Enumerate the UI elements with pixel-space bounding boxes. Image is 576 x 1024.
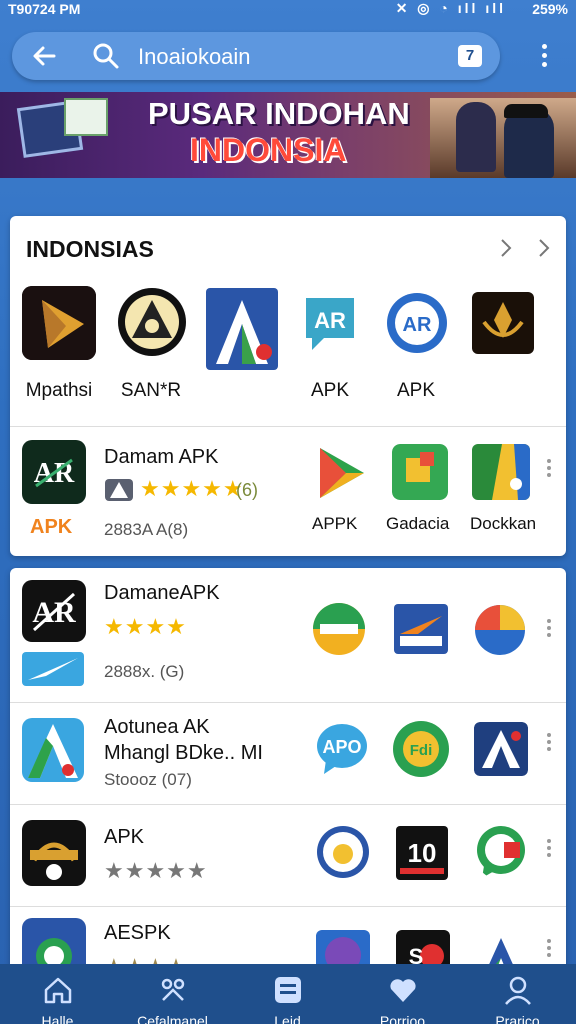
svg-text:AR: AR	[314, 308, 346, 333]
nav-item-tools[interactable]: Cefalmanel	[115, 964, 230, 1024]
nav-label: Leid	[274, 1013, 301, 1024]
divider	[10, 426, 566, 427]
star-rating: ★★★★★	[104, 858, 208, 883]
app-icon-emblem[interactable]	[116, 286, 188, 358]
overflow-menu-icon[interactable]	[534, 40, 554, 72]
chevron-right-icon[interactable]	[536, 236, 552, 260]
app-name[interactable]: Damam APK	[104, 446, 218, 469]
chevron-right-icon[interactable]	[498, 236, 514, 260]
apk-tag: APK	[30, 516, 73, 538]
app-logo-icon	[105, 479, 133, 501]
app-icon-blue-arrow[interactable]	[394, 604, 448, 654]
heart-icon	[389, 979, 416, 1002]
svg-text:APO: APO	[322, 737, 361, 757]
person-illustration	[456, 102, 496, 172]
more-options-icon[interactable]	[542, 730, 556, 762]
rating-count: (6)	[236, 480, 258, 500]
app-icon-10-black[interactable]: 10	[396, 826, 448, 880]
app-icon-wreath[interactable]	[22, 820, 86, 886]
banner-title: PUSAR INDOHAN	[148, 96, 410, 131]
app-icon-chat-green[interactable]	[474, 824, 528, 880]
divider	[10, 804, 566, 805]
app-list-card: AR DamaneAPK ★★★★ 2888x. (G) Aotunea AK …	[10, 568, 566, 988]
app-name[interactable]: APK	[104, 826, 144, 849]
officer-illustration	[504, 108, 554, 178]
battery-level: 259%	[532, 1, 568, 17]
divider	[10, 906, 566, 907]
divider	[10, 702, 566, 703]
app-icon-badge-round[interactable]	[312, 602, 366, 656]
app-icon-play-triangle[interactable]	[22, 286, 96, 360]
app-label: APK	[310, 380, 350, 401]
screen-illustration	[64, 98, 108, 136]
status-icons: ✕ ◎ ◔ ıll ıll	[395, 0, 506, 16]
star-rating: ★★★★★	[140, 476, 244, 501]
nav-item-home[interactable]: Halle	[0, 964, 115, 1024]
app-name[interactable]: DamaneAPK	[104, 582, 220, 605]
search-icon	[93, 43, 119, 69]
more-options-icon[interactable]	[542, 456, 556, 488]
app-icon-flower[interactable]	[472, 444, 530, 500]
status-bar: T90724 PM ✕ ◎ ◔ ıll ıll 259%	[0, 0, 576, 20]
nav-label: Cefalmanel	[137, 1013, 208, 1024]
profile-icon	[504, 976, 531, 1005]
nav-item-profile[interactable]: Prarico	[460, 964, 575, 1024]
app-icon-ar-black[interactable]: AR	[22, 580, 86, 642]
nav-label: Halle	[41, 1013, 74, 1024]
svg-text:Fdi: Fdi	[410, 742, 433, 759]
app-icon-apk-bubble[interactable]: APO	[316, 722, 368, 776]
banner-subtitle: INDONSIA	[190, 132, 347, 168]
app-icon-shield-circle[interactable]	[316, 824, 370, 880]
mini-app-label: Dockkan	[470, 514, 537, 533]
app-icon-a-navy[interactable]	[474, 722, 528, 776]
app-name[interactable]: Aotunea AK	[104, 716, 210, 739]
search-bar[interactable]: Inoaiokoain 7	[12, 32, 500, 80]
app-icon-play-store[interactable]	[316, 444, 368, 502]
home-icon	[44, 977, 71, 1004]
featured-section-card: INDONSIAS Mpathsi SAN*R AR APK AR APK AR…	[10, 216, 566, 556]
section-title: INDONSIAS	[26, 236, 154, 262]
app-icon-green-circle[interactable]: Fdi	[392, 720, 450, 778]
more-options-icon[interactable]	[542, 836, 556, 868]
back-arrow-icon[interactable]	[28, 40, 60, 72]
app-icon-a-colorful[interactable]	[22, 718, 84, 782]
app-label: SAN*R	[120, 380, 182, 401]
app-icon-quad[interactable]	[474, 604, 526, 656]
promo-banner[interactable]: PUSAR INDOHAN INDONSIA	[0, 92, 576, 178]
app-icon-ar-dark[interactable]: AR	[22, 440, 86, 504]
nav-item-list[interactable]: Leid	[230, 964, 345, 1024]
download-count: Stoooz (07)	[104, 770, 192, 789]
app-name[interactable]: AESPK	[104, 922, 171, 945]
download-count: 2883A A(8)	[104, 520, 189, 539]
app-icon-apr-letter[interactable]	[206, 288, 278, 370]
list-icon	[274, 977, 301, 1003]
nav-label: Porrioo	[379, 1013, 426, 1024]
nav-item-favorites[interactable]: Porrioo	[345, 964, 460, 1024]
download-count: 2888x. (G)	[104, 662, 185, 681]
app-label: Mpathsi	[25, 380, 93, 401]
search-input[interactable]: Inoaiokoain	[138, 44, 251, 70]
star-rating: ★★★★	[104, 614, 187, 639]
app-icon-plane[interactable]	[22, 652, 84, 686]
app-icon-ar-circle[interactable]: AR	[386, 292, 448, 354]
status-time: T90724 PM	[8, 1, 81, 17]
tab-count-badge[interactable]: 7	[458, 45, 482, 67]
cap-illustration	[504, 104, 548, 118]
app-icon-gold-emblem[interactable]	[472, 292, 534, 354]
office-illustration	[430, 98, 576, 178]
more-options-icon[interactable]	[542, 616, 556, 648]
nav-label: Prarico	[495, 1013, 540, 1024]
svg-text:AR: AR	[403, 314, 432, 336]
app-label: APK	[396, 380, 436, 401]
svg-text:10: 10	[408, 838, 437, 868]
mini-app-label: APPK	[312, 514, 358, 533]
app-icon-puzzle[interactable]	[392, 444, 448, 500]
tools-icon	[161, 978, 184, 1001]
bottom-navigation: Halle Cefalmanel Leid Porrioo Prarico	[0, 964, 576, 1024]
app-icon-speech-bubble[interactable]: AR	[300, 292, 360, 354]
mini-app-label: Gadacia	[386, 514, 450, 533]
app-subtitle: Mhangl BDke.. MI	[104, 742, 263, 764]
